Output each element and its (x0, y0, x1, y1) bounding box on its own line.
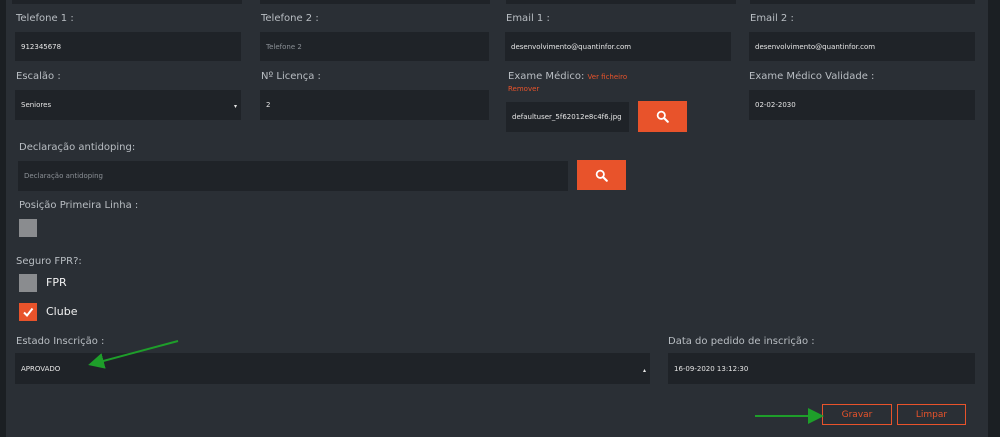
check-icon (23, 307, 34, 318)
escalao-label: Escalão : (16, 71, 61, 82)
field-top-edge (750, 0, 975, 4)
clube-label: Clube (46, 305, 78, 318)
fpr-checkbox[interactable] (19, 274, 37, 292)
seguro-label: Seguro FPR?: (16, 256, 82, 267)
escalao-value: Seniores (21, 101, 52, 109)
ver-ficheiro-link[interactable]: Ver ficheiro (588, 73, 628, 81)
estado-value: APROVADO (21, 364, 61, 373)
fpr-label: FPR (46, 276, 67, 289)
gravar-button[interactable]: Gravar (822, 404, 892, 425)
exame-validade-input[interactable]: 02-02-2030 (749, 90, 975, 120)
telefone1-label: Telefone 1 : (16, 13, 74, 24)
field-top-edge (506, 0, 736, 4)
estado-select[interactable]: APROVADO ▴ (15, 353, 650, 384)
clube-checkbox[interactable] (19, 303, 37, 321)
licenca-input[interactable]: 2 (260, 90, 489, 120)
posicao-label: Posição Primeira Linha : (19, 200, 139, 211)
antidoping-search-button[interactable] (577, 160, 626, 190)
email1-label: Email 1 : (506, 13, 550, 24)
remover-link[interactable]: Remover (508, 85, 539, 93)
telefone2-input[interactable]: Telefone 2 (260, 32, 489, 61)
estado-label: Estado Inscrição : (16, 336, 105, 347)
field-top-edge (260, 0, 490, 4)
search-icon (595, 169, 608, 182)
limpar-button[interactable]: Limpar (897, 404, 966, 425)
telefone2-label: Telefone 2 : (261, 13, 319, 24)
caret-icon: ▴ (642, 366, 646, 374)
exame-label: Exame Médico: Ver ficheiro (508, 71, 627, 82)
exame-search-button[interactable] (638, 101, 687, 132)
antidoping-label: Declaração antidoping: (19, 142, 136, 153)
escalao-select[interactable]: Seniores ▾ (15, 90, 241, 120)
email1-input[interactable]: desenvolvimento@quantinfor.com (505, 32, 731, 61)
licenca-label: Nº Licença : (261, 71, 321, 82)
exame-validade-label: Exame Médico Validade : (749, 71, 875, 82)
exame-label-text: Exame Médico: (508, 71, 585, 82)
telefone1-input[interactable]: 912345678 (15, 32, 241, 61)
exame-file-input[interactable]: defaultuser_5f62012e8c4f6.jpg (506, 102, 629, 132)
caret-icon: ▾ (233, 103, 237, 110)
search-icon (656, 110, 669, 123)
field-top-edge (12, 0, 242, 4)
antidoping-input[interactable]: Declaração antidoping (18, 161, 568, 191)
email2-input[interactable]: desenvolvimento@quantinfor.com (749, 32, 975, 61)
data-pedido-input[interactable]: 16-09-2020 13:12:30 (668, 353, 975, 384)
posicao-checkbox[interactable] (19, 219, 37, 237)
email2-label: Email 2 : (750, 13, 794, 24)
data-pedido-label: Data do pedido de inscrição : (668, 336, 815, 347)
